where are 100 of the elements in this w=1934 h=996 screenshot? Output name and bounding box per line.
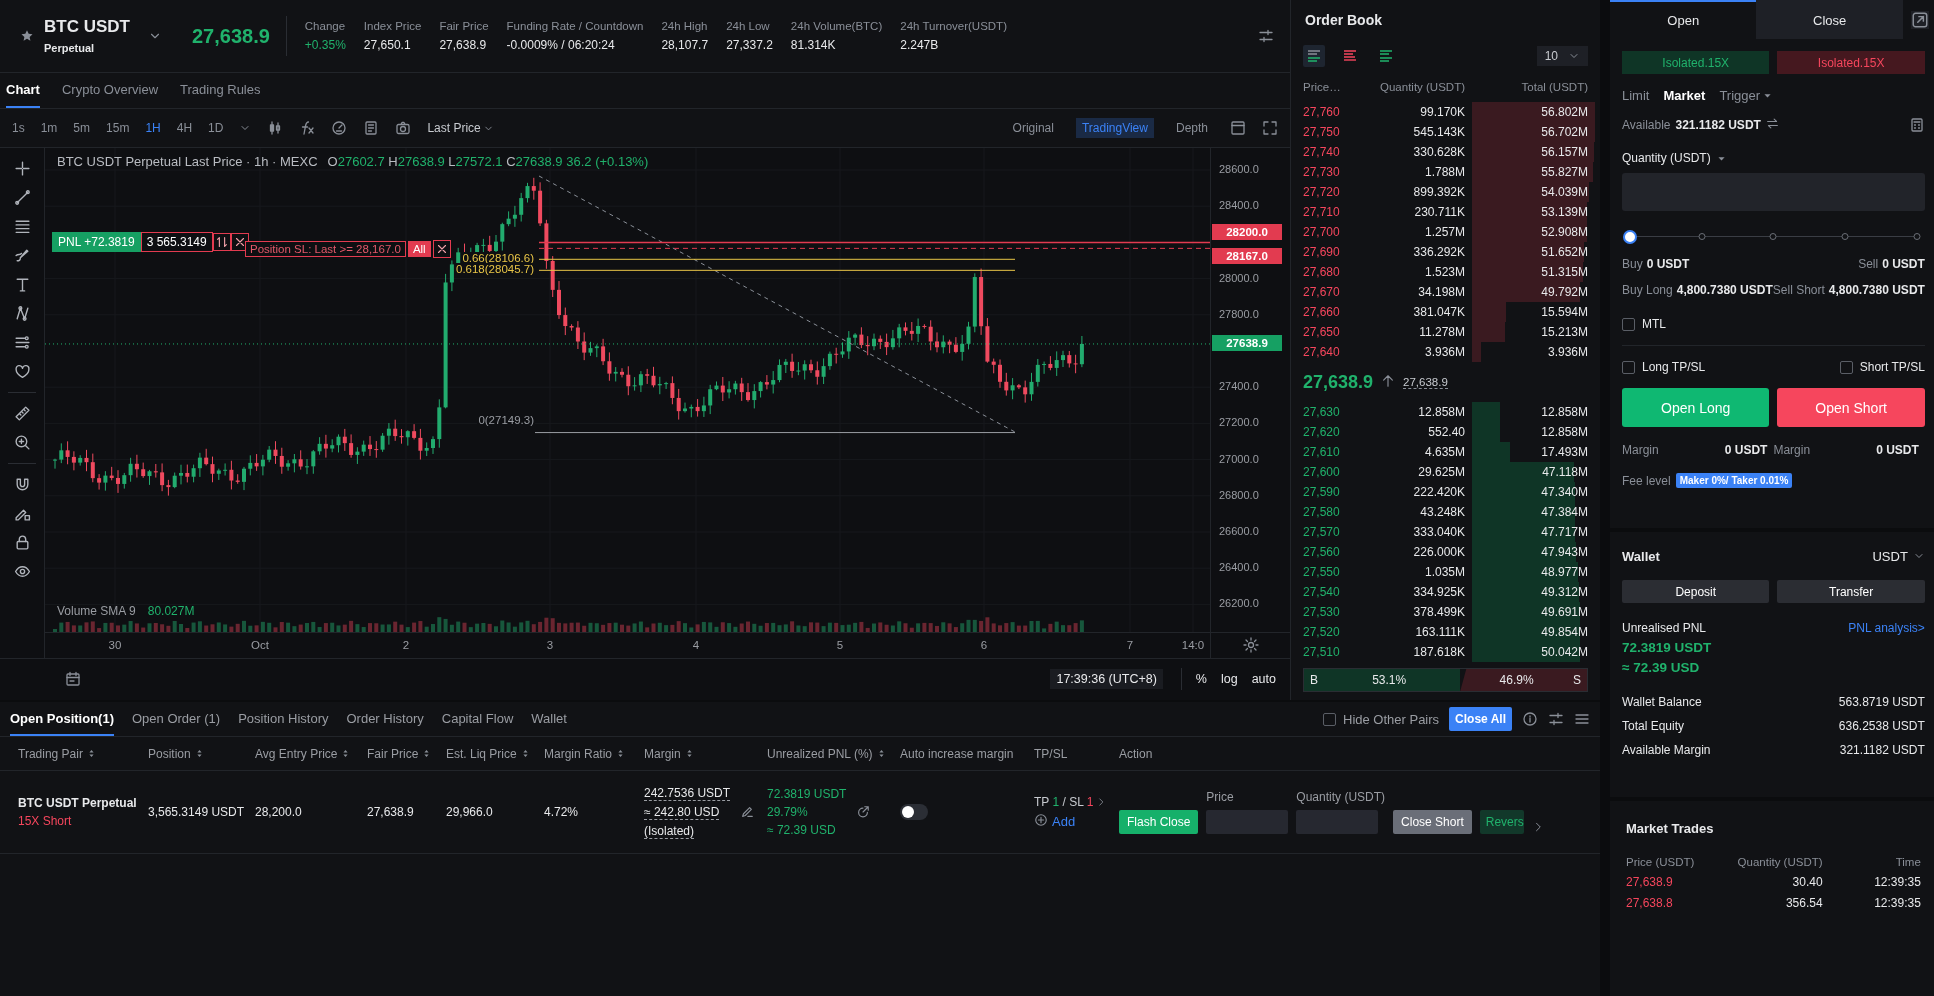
camera-icon[interactable] [395,120,412,137]
price-type-dropdown[interactable]: Last Price [427,121,494,136]
sort-icon[interactable] [87,749,95,758]
quantity-input[interactable] [1296,810,1379,834]
leverage-button[interactable]: Isolated.15X [1777,51,1925,74]
close-icon[interactable] [432,240,451,259]
checkbox[interactable] [1622,317,1635,331]
edit-icon[interactable] [740,805,755,819]
crosshair-icon[interactable] [13,160,31,177]
pnl-analysis-link[interactable]: PNL analysis> [1848,621,1925,635]
order-price[interactable]: 27,670 [1303,285,1373,299]
all-button[interactable]: All [407,241,431,258]
chart-tab[interactable]: Chart [6,72,40,109]
layout-icon[interactable] [1230,120,1246,137]
magnet-icon[interactable] [13,476,31,493]
swap-icon[interactable] [1765,117,1779,130]
sort-icon[interactable] [195,749,203,758]
tpsl-summary[interactable]: TP 1 / SL 1 [1034,794,1094,809]
positions-tab[interactable]: Order History [346,702,424,736]
view-option[interactable]: Original [1006,118,1060,139]
scale-option[interactable]: log [1220,672,1238,687]
interval-option[interactable]: 1m [40,121,58,136]
positions-tab[interactable]: Wallet [531,702,567,736]
slider-thumb[interactable] [1623,230,1637,244]
checkbox[interactable] [1323,712,1336,726]
plus-circle-icon[interactable] [1034,812,1048,827]
sort-icon[interactable] [521,749,529,758]
function-icon[interactable] [299,120,316,137]
zoom-in-icon[interactable] [13,434,31,451]
order-price[interactable]: 27,540 [1303,585,1373,599]
order-price[interactable]: 27,730 [1303,165,1373,179]
depth-select[interactable]: 10 [1536,46,1588,66]
star-icon[interactable] [20,28,34,43]
sort-icon[interactable] [877,749,885,758]
chart-tab[interactable]: Trading Rules [180,72,261,109]
wallet-button[interactable]: Transfer [1777,580,1925,603]
order-price[interactable]: 27,690 [1303,245,1373,259]
lock-icon[interactable] [13,534,31,551]
order-side-tab[interactable]: Close [1756,0,1903,39]
eye-icon[interactable] [13,563,31,580]
interval-option[interactable]: 1D [208,121,224,136]
menu-icon[interactable] [1574,711,1590,727]
wallet-button[interactable]: Deposit [1622,580,1770,603]
order-type-tab[interactable]: Limit [1622,88,1650,103]
order-price[interactable]: 27,640 [1303,345,1373,359]
positions-tab[interactable]: Open Position(1) [10,702,114,736]
auto-margin-toggle[interactable] [900,804,928,820]
interval-option[interactable]: 1H [145,121,161,136]
order-price[interactable]: 27,660 [1303,305,1373,319]
brush-icon[interactable] [13,247,31,264]
calendar-icon[interactable] [65,671,81,688]
view-option[interactable]: Depth [1169,118,1214,139]
info-icon[interactable] [1522,711,1538,727]
sliders-icon[interactable] [1548,711,1564,727]
heart-icon[interactable] [13,363,31,380]
order-price[interactable]: 27,550 [1303,565,1373,579]
order-price[interactable]: 27,750 [1303,125,1373,139]
positions-tab[interactable]: Capital Flow [441,702,514,736]
sliders-icon[interactable] [1258,27,1274,44]
order-price[interactable]: 27,580 [1303,505,1373,519]
share-icon[interactable] [856,805,871,819]
sort-icon[interactable] [617,749,625,758]
currency-select[interactable]: USDT [1872,548,1908,564]
price-input[interactable] [1206,810,1289,834]
close-short-button[interactable]: Close Short [1393,810,1472,834]
ruler-icon[interactable] [13,405,31,422]
order-price[interactable]: 27,600 [1303,465,1373,479]
order-price[interactable]: 27,740 [1303,145,1373,159]
positions-tab[interactable]: Position History [238,702,329,736]
scale-option[interactable]: % [1195,672,1207,687]
order-price[interactable]: 27,710 [1303,205,1373,219]
scale-option[interactable]: auto [1251,672,1276,687]
interval-option[interactable]: 5m [73,121,91,136]
leverage-button[interactable]: Isolated.15X [1622,51,1770,74]
measure-icon[interactable] [13,334,31,351]
view-option[interactable]: TradingView [1075,118,1154,139]
export-icon[interactable] [1910,10,1929,29]
positions-tab[interactable]: Open Order (1) [132,702,221,736]
close-all-button[interactable]: Close All [1449,707,1512,731]
order-price[interactable]: 27,620 [1303,425,1373,439]
order-price[interactable]: 27,610 [1303,445,1373,459]
interval-option[interactable]: 15m [106,121,130,136]
symbol-name[interactable]: BTC USDT [44,17,130,38]
order-price[interactable]: 27,530 [1303,605,1373,619]
checkbox[interactable] [1839,360,1853,374]
order-price[interactable]: 27,630 [1303,405,1373,419]
gauge-icon[interactable] [331,120,348,137]
line-tool-icon[interactable] [13,189,31,206]
order-price[interactable]: 27,570 [1303,525,1373,539]
order-price[interactable]: 27,510 [1303,645,1373,659]
sort-icon[interactable] [685,749,693,758]
order-price[interactable]: 27,720 [1303,185,1373,199]
sort-icon[interactable] [423,749,431,758]
horizontal-lines-icon[interactable] [13,218,31,235]
settings-icon[interactable] [1242,637,1259,654]
fullscreen-icon[interactable] [1262,120,1278,137]
order-price[interactable]: 27,520 [1303,625,1373,639]
chart-tab[interactable]: Crypto Overview [61,72,159,109]
add-tpsl-link[interactable]: Add [1034,812,1119,830]
interval-option[interactable]: 1s [12,121,25,136]
